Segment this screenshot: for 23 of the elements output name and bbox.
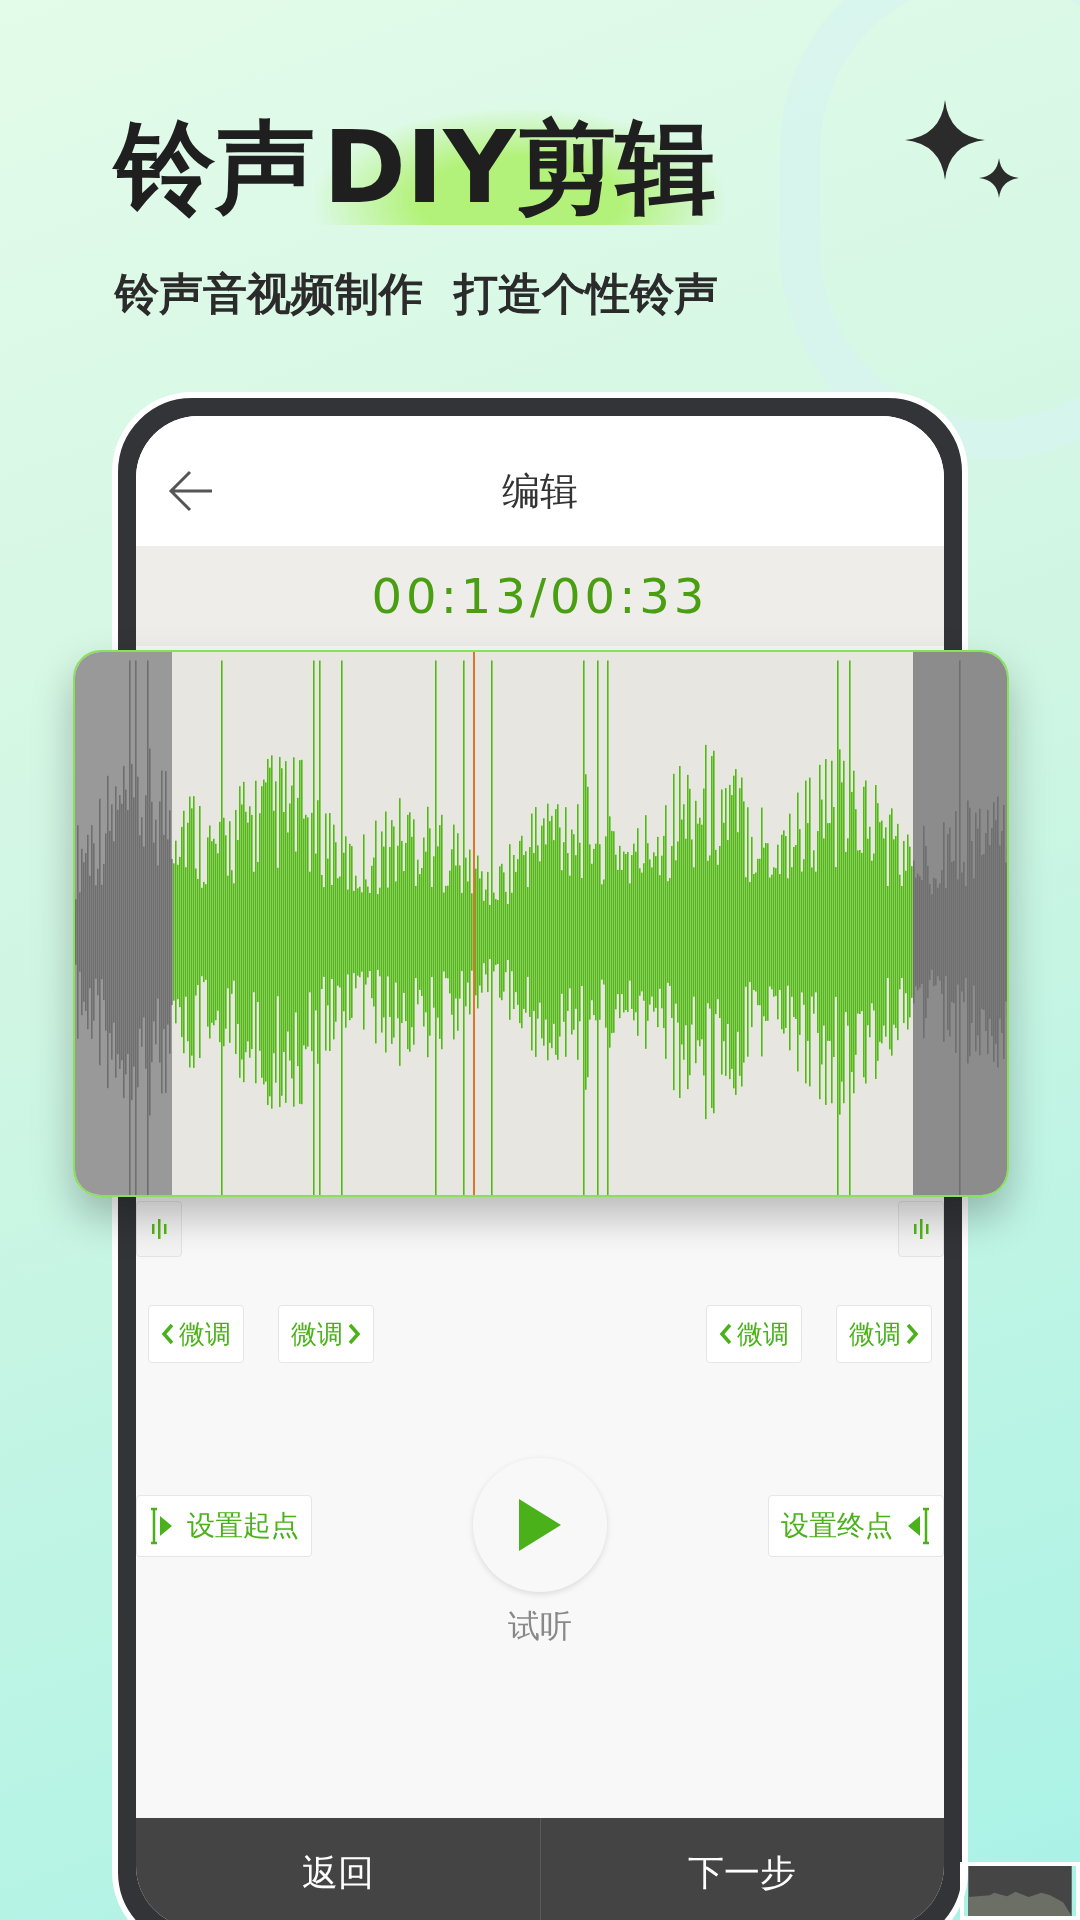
set-start-button[interactable]: 设置起点 [136, 1495, 312, 1557]
chevron-left-icon [719, 1323, 733, 1345]
play-icon [517, 1497, 563, 1553]
subtitle-text: 铃声音视频制作 打造个性铃声 [115, 267, 719, 321]
chevron-right-icon [905, 1323, 919, 1345]
screen-title: 编辑 [502, 467, 578, 515]
waveform-icon [150, 1217, 168, 1241]
trim-handle[interactable] [898, 1201, 944, 1257]
waveform-icon [912, 1217, 930, 1241]
fine-tune-button[interactable]: 微调 [278, 1305, 374, 1363]
trim-handle[interactable] [136, 1201, 182, 1257]
back-arrow-icon[interactable] [168, 470, 214, 512]
chevron-right-icon [347, 1323, 361, 1345]
bottom-bar-button[interactable]: 返回 [136, 1818, 540, 1920]
preview-label: 试听 [508, 1606, 572, 1647]
bottom-bar-button[interactable]: 下一步 [539, 1818, 944, 1920]
fine-tune-button[interactable]: 微调 [836, 1305, 932, 1363]
fine-tune-button[interactable]: 微调 [148, 1305, 244, 1363]
chevron-left-icon [161, 1323, 175, 1345]
time-text: 00:13/00:33 [371, 567, 709, 626]
fine-tune-button[interactable]: 微调 [706, 1305, 802, 1363]
set-end-button[interactable]: 设置终点 [768, 1495, 944, 1557]
headline-text: DIY剪辑 [315, 110, 724, 225]
